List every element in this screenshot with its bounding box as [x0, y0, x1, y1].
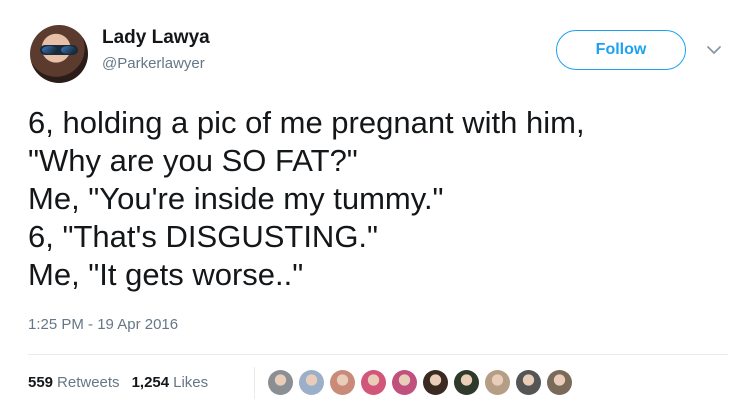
user-display-name[interactable]: Lady Lawya — [102, 27, 210, 49]
likes-stat[interactable]: 1,254 Likes — [132, 374, 209, 391]
person-avatar-icon[interactable] — [423, 370, 448, 395]
retweets-label: Retweets — [57, 374, 120, 391]
tweet-stats: 559 Retweets 1,254 Likes — [28, 374, 208, 391]
user-handle[interactable]: @Parkerlawyer — [102, 55, 205, 72]
retweets-count: 559 — [28, 374, 54, 391]
person-avatar-icon[interactable] — [516, 370, 541, 395]
tweet-timestamp[interactable]: 1:25 PM - 19 Apr 2016 — [28, 316, 178, 333]
person-avatar-icon[interactable] — [361, 370, 386, 395]
person-avatar-icon[interactable] — [392, 370, 417, 395]
divider — [254, 367, 255, 399]
person-avatar-icon[interactable] — [454, 370, 479, 395]
person-avatar-icon[interactable] — [547, 370, 572, 395]
chevron-down-icon[interactable] — [706, 44, 722, 56]
cat-avatar-icon[interactable] — [268, 370, 293, 395]
divider — [28, 354, 728, 355]
avatar[interactable] — [30, 25, 88, 83]
follow-button[interactable]: Follow — [556, 30, 686, 70]
person-avatar-icon[interactable] — [485, 370, 510, 395]
liker-avatars — [268, 370, 572, 395]
likes-label: Likes — [173, 374, 209, 391]
sunglasses-icon — [40, 45, 78, 55]
retweets-stat[interactable]: 559 Retweets — [28, 374, 120, 391]
person-avatar-icon[interactable] — [330, 370, 355, 395]
person-avatar-icon[interactable] — [299, 370, 324, 395]
likes-count: 1,254 — [131, 374, 170, 391]
tweet-text: 6, holding a pic of me pregnant with him… — [28, 105, 585, 292]
